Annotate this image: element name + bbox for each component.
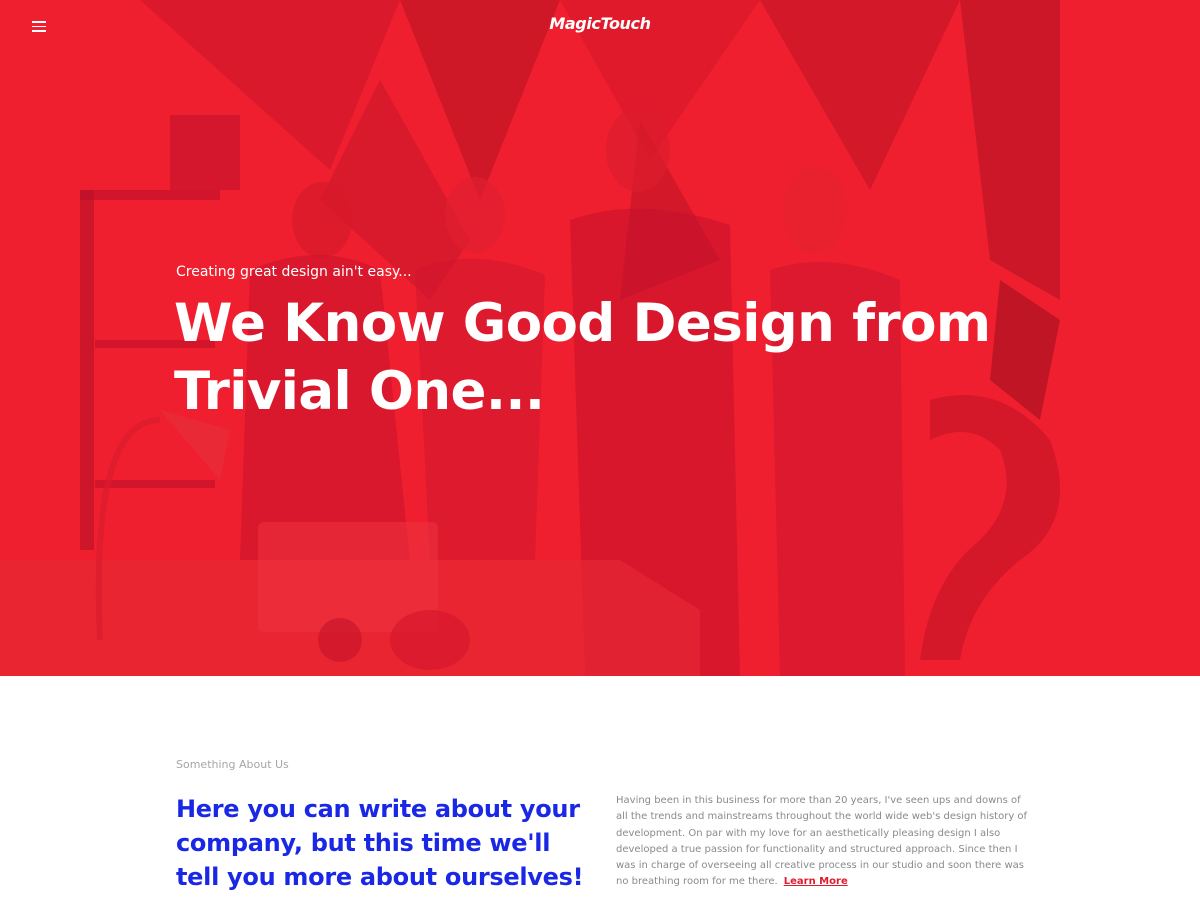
hero-subtitle: Creating great design ain't easy...	[176, 264, 412, 280]
about-body-text: Having been in this business for more th…	[616, 793, 1034, 891]
site-logo[interactable]: MagicTouch	[0, 14, 1200, 33]
learn-more-link[interactable]: Learn More	[784, 876, 848, 887]
about-heading: Here you can write about your company, b…	[176, 795, 584, 891]
hero-title: We Know Good Design from Trivial One...	[174, 293, 991, 422]
section-label: Something About Us	[176, 758, 289, 771]
about-body-content: Having been in this business for more th…	[616, 795, 1028, 888]
about-section: Something About Us Here you can write ab…	[0, 676, 1200, 900]
hero-section: MagicTouch Creating great design ain't e…	[0, 0, 1200, 676]
